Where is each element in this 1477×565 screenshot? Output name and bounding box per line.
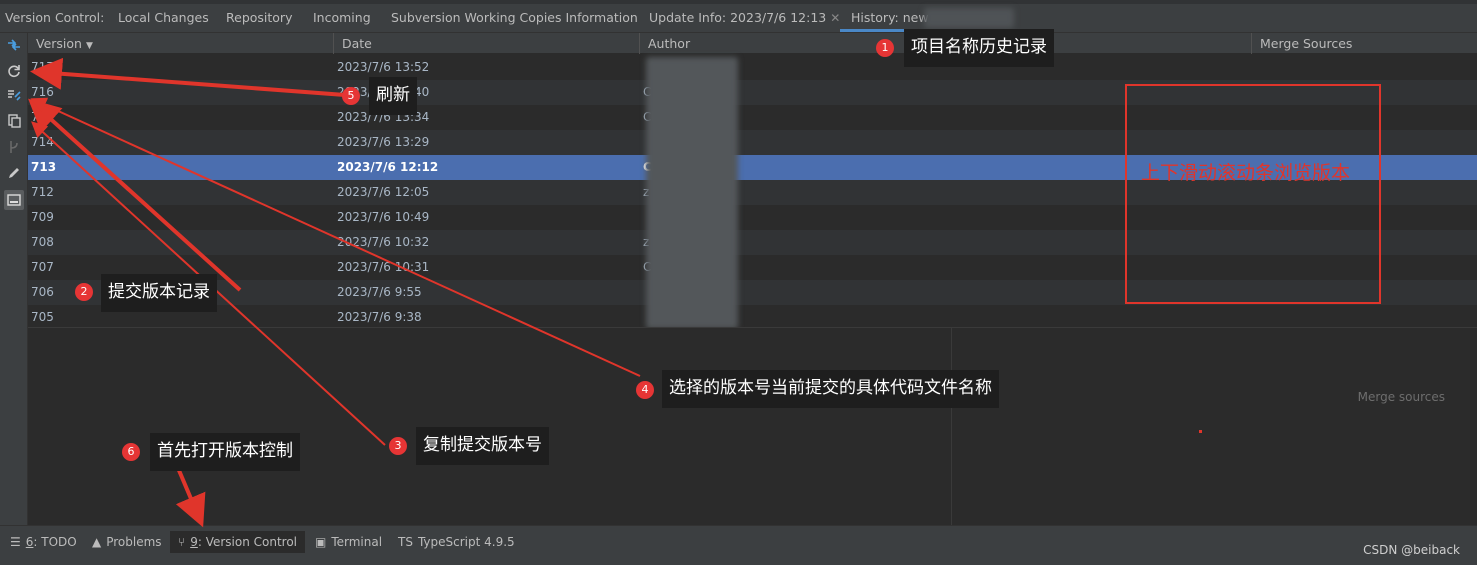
version-cell: 708 <box>31 235 54 249</box>
column-header-merge-sources[interactable]: Merge Sources <box>1252 33 1477 54</box>
callout-badge-5: 5 <box>342 87 360 105</box>
table-header: Version ▼ Date Author Merge Sources <box>28 33 1477 54</box>
tab-repository[interactable]: Repository <box>226 9 292 27</box>
date-cell: 2023/7/6 12:05 <box>337 185 430 199</box>
show-details-icon[interactable] <box>4 85 24 105</box>
tool-window-tabbar: Version Control: Local Changes Repositor… <box>0 0 1477 33</box>
version-cell: 713 <box>31 160 57 174</box>
changed-files-pane <box>28 327 951 525</box>
tab-incoming[interactable]: Incoming <box>313 9 371 27</box>
callout-commit-records: 提交版本记录 <box>101 274 217 312</box>
date-cell: 2023/7/6 13:29 <box>337 135 430 149</box>
terminal-label: Terminal <box>331 535 383 549</box>
version-cell: 706 <box>31 285 54 299</box>
version-cell: 714 <box>31 135 54 149</box>
callout-badge-3: 3 <box>389 437 407 455</box>
callout-badge-6: 6 <box>122 443 140 461</box>
sort-desc-icon: ▼ <box>85 41 93 51</box>
date-cell: 2023/7/6 12:12 <box>337 160 439 174</box>
callout-open-version-control: 首先打开版本控制 <box>150 433 300 471</box>
date-cell: 2023/7/6 10:31 <box>337 260 430 274</box>
tab-update-info[interactable]: Update Info: 2023/7/6 12:13 ✕ <box>649 9 840 27</box>
tab-svn-working-copies[interactable]: Subversion Working Copies Information <box>391 9 638 27</box>
redaction-blur <box>924 8 1014 28</box>
terminal-icon: ▣ <box>315 535 327 549</box>
callout-badge-4: 4 <box>636 381 654 399</box>
history-toolbar <box>0 33 28 525</box>
compare-icon[interactable] <box>4 35 24 55</box>
date-cell: 2023/7/6 10:32 <box>337 235 430 249</box>
warning-icon: ▲ <box>92 535 102 549</box>
branch-icon: ⑂ <box>178 535 186 549</box>
typescript-icon: TS <box>398 535 413 549</box>
version-cell: 712 <box>31 185 54 199</box>
preview-icon[interactable] <box>4 190 24 210</box>
merge-sources-pane: Merge sources <box>951 327 1477 525</box>
copy-revision-icon[interactable] <box>4 111 24 131</box>
merge-sources-empty-label: Merge sources <box>1357 390 1445 404</box>
bottom-tool-stripe: ☰ 6: TODO ▲ Problems ⑂ 9: Version Control ▣… <box>0 525 1477 565</box>
date-cell: 2023/7/6 10:49 <box>337 210 430 224</box>
callout-file-details: 选择的版本号当前提交的具体代码文件名称 <box>662 370 999 408</box>
version-cell: 707 <box>31 260 54 274</box>
column-header-version[interactable]: Version ▼ <box>28 33 334 54</box>
problems-label: Problems <box>106 535 162 549</box>
column-header-version-label: Version <box>36 36 82 51</box>
scroll-hint-text: 上下滑动滚动条浏览版本 <box>1141 162 1351 184</box>
todo-label: 6: TODO <box>25 535 77 549</box>
version-cell: 717 <box>31 60 54 74</box>
refresh-icon[interactable] <box>4 61 24 81</box>
todo-tool-button[interactable]: ☰ 6: TODO <box>10 531 77 553</box>
csdn-watermark: CSDN @beiback <box>1363 543 1460 557</box>
version-cell: 709 <box>31 210 54 224</box>
list-icon: ☰ <box>10 535 21 549</box>
version-control-label: 9: Version Control <box>190 535 298 549</box>
table-row[interactable]: 717 2023/7/6 13:52 <box>28 55 1477 80</box>
tab-history[interactable]: History: new <box>851 9 929 27</box>
branch-icon[interactable] <box>4 137 24 157</box>
tab-update-info-label: Update Info: 2023/7/6 12:13 <box>649 10 827 25</box>
callout-badge-1: 1 <box>876 39 894 57</box>
close-icon[interactable]: ✕ <box>830 11 840 25</box>
version-control-tool-button[interactable]: ⑂ 9: Version Control <box>170 531 306 553</box>
terminal-tool-button[interactable]: ▣ Terminal <box>315 531 382 553</box>
edit-icon[interactable] <box>4 163 24 183</box>
tab-local-changes[interactable]: Local Changes <box>118 9 209 27</box>
redaction-blur <box>646 57 738 329</box>
version-cell: 715 <box>31 110 54 124</box>
column-header-date[interactable]: Date <box>334 33 640 54</box>
problems-tool-button[interactable]: ▲ Problems <box>92 531 162 553</box>
typescript-label: TypeScript 4.9.5 <box>417 535 515 549</box>
red-dot <box>1199 430 1202 433</box>
callout-copy-revision: 复制提交版本号 <box>416 427 549 465</box>
version-cell: 716 <box>31 85 54 99</box>
version-control-label: Version Control: <box>5 10 105 25</box>
callout-project-history: 项目名称历史记录 <box>904 29 1054 67</box>
date-cell: 2023/7/6 9:55 <box>337 285 422 299</box>
scroll-hint-box <box>1125 84 1381 304</box>
typescript-tool-button[interactable]: TS TypeScript 4.9.5 <box>398 531 515 553</box>
callout-badge-2: 2 <box>75 283 93 301</box>
callout-refresh: 刷新 <box>369 77 417 115</box>
tabbar-top-strip <box>0 0 1477 4</box>
